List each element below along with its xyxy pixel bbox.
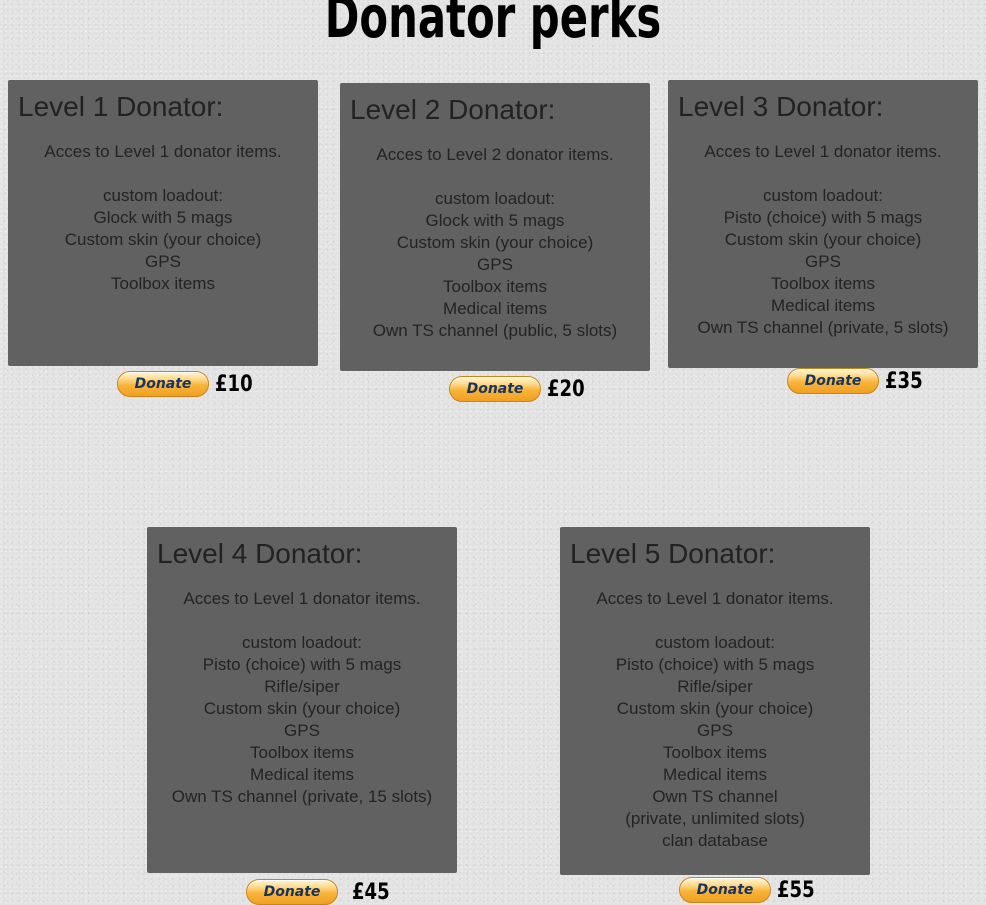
perk-item: Custom skin (your choice) bbox=[203, 699, 401, 718]
perk-item: Own TS channel (private, 5 slots) bbox=[697, 318, 949, 337]
card-intro: Acces to Level 1 donator items. bbox=[704, 142, 942, 161]
perk-item: Custom skin (your choice) bbox=[724, 230, 922, 249]
perk-item: custom loadout: bbox=[434, 189, 555, 208]
card-title: Level 5 Donator: bbox=[570, 538, 776, 569]
card-title: Level 3 Donator: bbox=[678, 91, 884, 122]
card-title: Level 4 Donator: bbox=[157, 538, 363, 569]
card-intro: Acces to Level 1 donator items. bbox=[183, 589, 421, 608]
perk-item: Pisto (choice) with 5 mags bbox=[202, 655, 402, 674]
perk-item: custom loadout: bbox=[241, 633, 362, 652]
card-intro: Acces to Level 2 donator items. bbox=[376, 145, 614, 164]
donate-button-level-4[interactable]: Donate bbox=[246, 879, 338, 905]
donate-row-level-2: Donate £20 bbox=[449, 376, 593, 402]
perk-item: GPS bbox=[145, 252, 181, 271]
perk-item: Medical items bbox=[663, 765, 767, 784]
perk-item: Pisto (choice) with 5 mags bbox=[723, 208, 923, 227]
perk-item: Own TS channel (public, 5 slots) bbox=[372, 321, 618, 340]
perk-item: GPS bbox=[805, 252, 841, 271]
perk-item: Own TS channel (private, 15 slots) bbox=[171, 787, 433, 806]
price-level-5: £55 bbox=[777, 877, 815, 903]
perk-item: Toolbox items bbox=[663, 743, 767, 762]
perk-item: Glock with 5 mags bbox=[425, 211, 565, 230]
price-level-4: £45 bbox=[352, 879, 390, 905]
card-title: Level 1 Donator: bbox=[18, 91, 224, 122]
card-body: Acces to Level 1 donator items. custom l… bbox=[147, 588, 457, 808]
donator-card-level-2: Level 2 Donator: Acces to Level 2 donato… bbox=[340, 83, 650, 371]
donate-row-level-4: Donate £45 bbox=[246, 879, 398, 905]
perk-item: Rifle/siper bbox=[677, 677, 753, 696]
perk-item: Custom skin (your choice) bbox=[64, 230, 262, 249]
page-title: Donator perks bbox=[324, 0, 662, 51]
perk-item: Medical items bbox=[771, 296, 875, 315]
price-level-3: £35 bbox=[885, 368, 923, 394]
perk-item: Pisto (choice) with 5 mags bbox=[615, 655, 815, 674]
perk-item: GPS bbox=[697, 721, 733, 740]
donate-row-level-5: Donate £55 bbox=[679, 877, 823, 903]
perk-item: Custom skin (your choice) bbox=[616, 699, 814, 718]
price-level-1: £10 bbox=[215, 371, 253, 397]
perk-item: Own TS channel bbox=[652, 787, 778, 806]
perk-item: Toolbox items bbox=[771, 274, 875, 293]
card-body: Acces to Level 2 donator items. custom l… bbox=[340, 144, 650, 342]
perk-item: Toolbox items bbox=[111, 274, 215, 293]
donator-card-level-1: Level 1 Donator: Acces to Level 1 donato… bbox=[8, 80, 318, 366]
perk-item: Toolbox items bbox=[250, 743, 354, 762]
perk-item: GPS bbox=[477, 255, 513, 274]
perk-item: clan database bbox=[662, 831, 768, 850]
perk-item: Medical items bbox=[443, 299, 547, 318]
donate-button-level-5[interactable]: Donate bbox=[679, 877, 771, 903]
donator-card-level-5: Level 5 Donator: Acces to Level 1 donato… bbox=[560, 527, 870, 875]
perk-item: custom loadout: bbox=[654, 633, 775, 652]
card-body: Acces to Level 1 donator items. custom l… bbox=[668, 141, 978, 339]
perk-item: Medical items bbox=[250, 765, 354, 784]
perk-item: custom loadout: bbox=[102, 186, 223, 205]
donate-row-level-1: Donate £10 bbox=[117, 371, 261, 397]
card-body: Acces to Level 1 donator items. custom l… bbox=[8, 141, 318, 295]
card-intro: Acces to Level 1 donator items. bbox=[44, 142, 282, 161]
card-body: Acces to Level 1 donator items. custom l… bbox=[560, 588, 870, 852]
donate-button-level-3[interactable]: Donate bbox=[787, 368, 879, 394]
donate-row-level-3: Donate £35 bbox=[787, 368, 931, 394]
card-intro: Acces to Level 1 donator items. bbox=[596, 589, 834, 608]
donator-card-level-3: Level 3 Donator: Acces to Level 1 donato… bbox=[668, 80, 978, 368]
perk-item: Custom skin (your choice) bbox=[396, 233, 594, 252]
perk-item: Glock with 5 mags bbox=[93, 208, 233, 227]
donate-button-level-1[interactable]: Donate bbox=[117, 371, 209, 397]
perk-item: GPS bbox=[284, 721, 320, 740]
perk-item: Rifle/siper bbox=[264, 677, 340, 696]
price-level-2: £20 bbox=[547, 376, 585, 402]
donator-card-level-4: Level 4 Donator: Acces to Level 1 donato… bbox=[147, 527, 457, 873]
perk-item: Toolbox items bbox=[443, 277, 547, 296]
perk-item: custom loadout: bbox=[762, 186, 883, 205]
card-title: Level 2 Donator: bbox=[350, 94, 556, 125]
donate-button-level-2[interactable]: Donate bbox=[449, 376, 541, 402]
perk-item: (private, unlimited slots) bbox=[625, 809, 805, 828]
